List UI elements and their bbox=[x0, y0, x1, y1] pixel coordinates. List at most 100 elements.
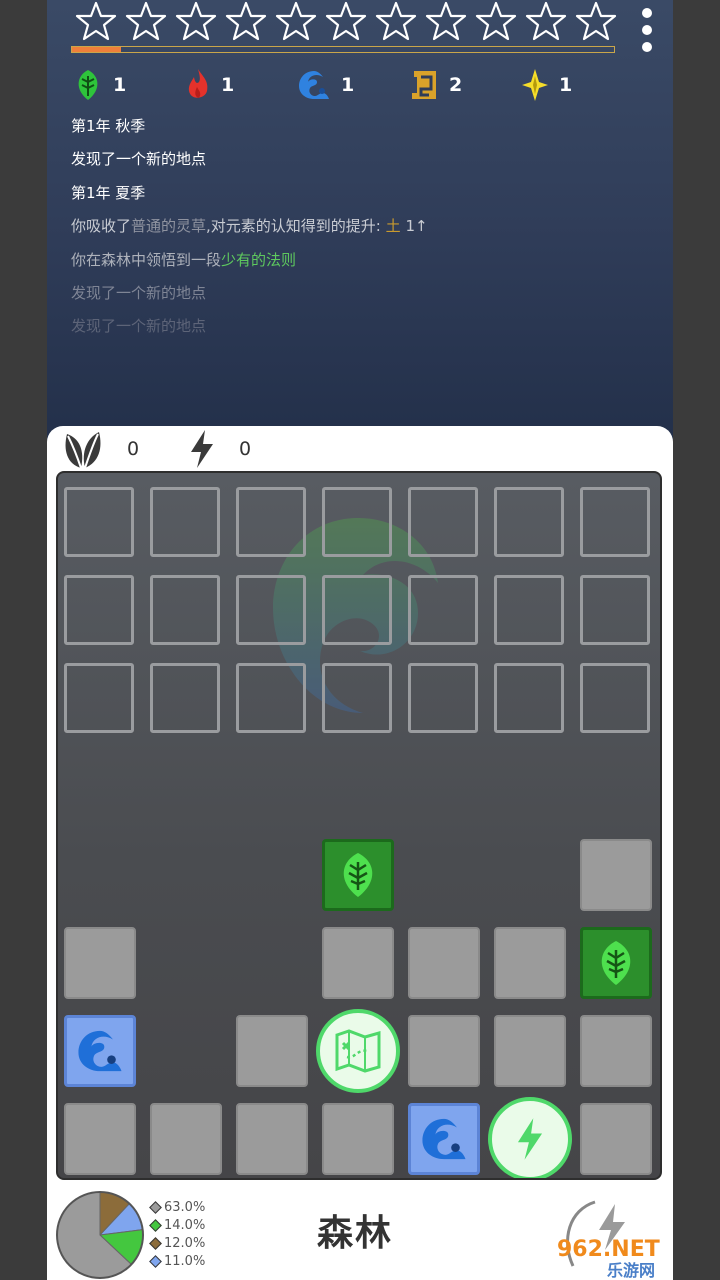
star-icon bbox=[121, 0, 171, 42]
empty-slot[interactable] bbox=[494, 663, 564, 733]
stone-tile[interactable] bbox=[580, 1103, 652, 1175]
resource-fire: 1 bbox=[185, 66, 297, 104]
wood-tile[interactable] bbox=[322, 839, 394, 911]
log-text: ,对元素的认知得到的提升: bbox=[206, 217, 381, 236]
stone-tile[interactable] bbox=[64, 1103, 136, 1175]
menu-dot-icon bbox=[642, 25, 652, 35]
legend-marker bbox=[149, 1236, 162, 1250]
left-margin bbox=[0, 0, 47, 1280]
stone-tile[interactable] bbox=[322, 1103, 394, 1175]
stone-tile[interactable] bbox=[408, 927, 480, 999]
leaf-count: 0 bbox=[127, 438, 140, 460]
empty-slot[interactable] bbox=[408, 575, 478, 645]
leaf-icon bbox=[65, 432, 101, 469]
element-distribution-pie bbox=[56, 1191, 144, 1279]
empty-slot[interactable] bbox=[322, 575, 392, 645]
legend-label: 63.0% bbox=[164, 1199, 206, 1215]
resource-wood: 1 bbox=[73, 66, 185, 104]
empty-slot[interactable] bbox=[150, 487, 220, 557]
legend-label: 14.0% bbox=[164, 1217, 206, 1233]
empty-slot[interactable] bbox=[64, 663, 134, 733]
water-element-icon bbox=[299, 71, 329, 99]
star-icon bbox=[521, 0, 571, 42]
stone-tile[interactable] bbox=[408, 1015, 480, 1087]
stone-tile[interactable] bbox=[150, 1103, 222, 1175]
log-highlight: 普通的灵草 bbox=[131, 217, 207, 236]
energy-tile[interactable] bbox=[488, 1097, 572, 1178]
empty-slot[interactable] bbox=[580, 575, 650, 645]
energy-counter: 0 bbox=[187, 428, 313, 470]
star-icon bbox=[71, 0, 121, 42]
empty-slot[interactable] bbox=[64, 487, 134, 557]
empty-slot[interactable] bbox=[236, 575, 306, 645]
empty-slot[interactable] bbox=[236, 663, 306, 733]
log-value: 1↑ bbox=[405, 217, 428, 236]
log-highlight: 少有的法则 bbox=[221, 250, 297, 269]
star-icon bbox=[371, 0, 421, 42]
counter-bar: 0 0 bbox=[61, 426, 313, 472]
brand-logo: 962.NET 乐游网 bbox=[557, 1200, 660, 1280]
log-entry: 你在森林中领悟到一段少有的法则 bbox=[71, 250, 651, 283]
pie-legend: 63.0% 14.0% 12.0% 11.0% bbox=[149, 1198, 206, 1270]
stone-tile[interactable] bbox=[236, 1103, 308, 1175]
legend-marker bbox=[149, 1200, 162, 1214]
log-text: 你吸收了 bbox=[71, 217, 132, 236]
star-icon bbox=[171, 0, 221, 42]
fire-element-icon bbox=[188, 69, 208, 98]
brand-subtext: 乐游网 bbox=[607, 1261, 655, 1280]
empty-slot[interactable] bbox=[494, 575, 564, 645]
progress-fill bbox=[72, 47, 121, 52]
legend-item: 63.0% bbox=[149, 1198, 206, 1216]
stone-tile[interactable] bbox=[64, 927, 136, 999]
stone-tile[interactable] bbox=[580, 839, 652, 911]
menu-dot-icon bbox=[642, 8, 652, 18]
log-entry: 第1年 夏季 bbox=[71, 183, 146, 202]
stone-tile[interactable] bbox=[494, 1015, 566, 1087]
stone-tile[interactable] bbox=[322, 927, 394, 999]
empty-slot[interactable] bbox=[322, 487, 392, 557]
star-icon bbox=[271, 0, 321, 42]
resource-water: 1 bbox=[297, 66, 409, 104]
more-menu-button[interactable] bbox=[637, 8, 657, 52]
empty-slot[interactable] bbox=[150, 575, 220, 645]
right-margin bbox=[673, 0, 720, 1280]
empty-slot[interactable] bbox=[580, 663, 650, 733]
empty-slot[interactable] bbox=[322, 663, 392, 733]
stone-tile[interactable] bbox=[580, 1015, 652, 1087]
legend-label: 12.0% bbox=[164, 1235, 206, 1251]
stone-tile[interactable] bbox=[236, 1015, 308, 1087]
empty-slot[interactable] bbox=[408, 487, 478, 557]
energy-count: 0 bbox=[239, 438, 252, 460]
star-icon bbox=[471, 0, 521, 42]
empty-slot[interactable] bbox=[494, 487, 564, 557]
lightning-icon bbox=[191, 430, 213, 468]
legend-label: 11.0% bbox=[164, 1253, 206, 1269]
empty-slot[interactable] bbox=[236, 487, 306, 557]
star-rating bbox=[71, 0, 621, 42]
wood-tile[interactable] bbox=[580, 927, 652, 999]
legend-marker bbox=[149, 1218, 162, 1232]
top-info-area: 1 1 1 2 1 第1年 秋季 发现了一个新的地点 第1年 夏季 你吸收了普通… bbox=[47, 0, 673, 440]
stone-tile[interactable] bbox=[494, 927, 566, 999]
legend-item: 11.0% bbox=[149, 1252, 206, 1270]
legend-item: 12.0% bbox=[149, 1234, 206, 1252]
empty-slot[interactable] bbox=[408, 663, 478, 733]
log-entry: 第1年 秋季 bbox=[71, 117, 146, 135]
log-text: 你在森林中领悟到一段 bbox=[71, 250, 222, 269]
star-icon bbox=[571, 0, 621, 42]
empty-slot[interactable] bbox=[64, 575, 134, 645]
resource-count: 1 bbox=[559, 74, 573, 96]
water-tile[interactable] bbox=[408, 1103, 480, 1175]
star-icon bbox=[421, 0, 471, 42]
map-tile[interactable] bbox=[316, 1009, 400, 1093]
earth-element-icon bbox=[412, 71, 436, 99]
metal-element-icon bbox=[522, 69, 548, 101]
empty-slot[interactable] bbox=[150, 663, 220, 733]
water-tile[interactable] bbox=[64, 1015, 136, 1087]
log-entry: 发现了一个新的地点 bbox=[71, 150, 207, 169]
experience-progress-bar bbox=[71, 46, 615, 53]
empty-slot[interactable] bbox=[580, 487, 650, 557]
resource-count: 1 bbox=[113, 74, 127, 96]
leaf-counter: 0 bbox=[61, 428, 187, 470]
resource-earth: 2 bbox=[409, 66, 521, 104]
